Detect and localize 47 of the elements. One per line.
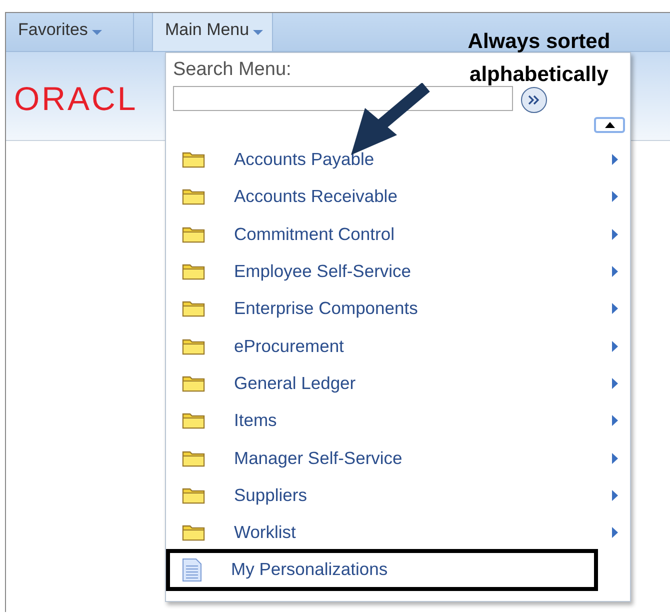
submenu-arrow-icon [612,154,618,166]
menu-item[interactable]: My Personalizations [168,551,596,589]
folder-icon [182,486,205,504]
menu-item[interactable]: Manager Self-Service [166,439,630,477]
submenu-arrow-icon [612,191,618,202]
menu-item[interactable]: Suppliers [166,476,630,514]
folder-icon [182,412,205,430]
folder-icon [182,226,205,243]
caret-icon [253,30,264,36]
submenu-arrow-icon [612,415,618,426]
menu-item[interactable]: Commitment Control [166,216,630,253]
caret-icon [92,30,102,36]
menu-item[interactable]: eProcurement [166,327,630,365]
folder-icon [182,188,205,206]
folder-icon [182,450,205,467]
menu-tab[interactable]: Favorites [6,13,134,51]
search-label: Search Menu: [173,59,292,81]
menu-item[interactable]: Accounts Receivable [166,178,630,216]
menu-item[interactable]: Accounts Payable [166,141,630,178]
submenu-arrow-icon [612,303,618,314]
menu-item[interactable]: Enterprise Components [166,290,630,328]
menu-item[interactable]: Employee Self-Service [166,252,630,290]
submenu-arrow-icon [612,266,618,278]
up-triangle-icon [604,122,614,128]
menu-tab[interactable]: Main Menu [152,13,274,51]
submenu-arrow-icon [612,228,618,240]
folder-icon [182,151,205,168]
search-button[interactable] [521,87,547,113]
submenu-arrow-icon [612,527,618,538]
menu-item[interactable]: Items [166,402,630,440]
search-field[interactable] [173,86,513,110]
menu-item[interactable]: Worklist [166,514,630,552]
submenu-arrow-icon [612,378,618,389]
folder-icon [182,524,205,542]
folder-icon [182,263,205,280]
annotation-text: Always sorted alphabetically [466,29,612,88]
logo: ORACL [14,80,138,118]
folder-icon [182,300,205,318]
scroll-up-button[interactable] [594,117,625,133]
submenu-arrow-icon [612,452,618,464]
double-chevron-icon [527,94,541,106]
submenu-arrow-icon [612,490,618,501]
folder-icon [182,338,205,355]
menu-item[interactable]: General Ledger [166,364,630,402]
folder-icon [182,374,205,392]
submenu-arrow-icon [612,340,618,352]
document-icon [182,558,202,582]
